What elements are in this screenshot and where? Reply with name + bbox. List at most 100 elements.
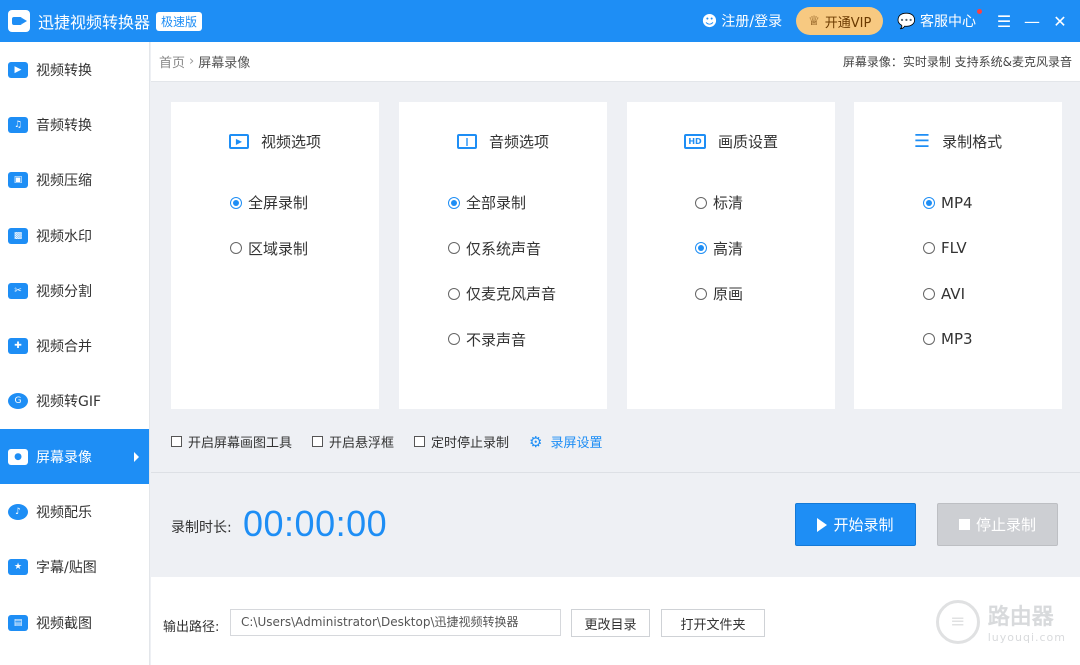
radio-mp3[interactable]: MP3 xyxy=(923,317,1062,363)
radio-flv[interactable]: FLV xyxy=(923,226,1062,272)
audio-options-panel: ‖ 音频选项 全部录制 仅系统声音 仅麦克风声音 不录声音 xyxy=(399,102,607,409)
record-options-row: 开启屏幕画图工具 开启悬浮框 定时停止录制 ⚙ 录屏设置 xyxy=(171,432,603,451)
record-settings-label: 录屏设置 xyxy=(550,436,603,451)
crown-icon: ♕ xyxy=(808,13,820,29)
output-path-field[interactable]: C:\Users\Administrator\Desktop\迅捷视频转换器 xyxy=(230,609,561,636)
gif-icon: G xyxy=(8,393,28,410)
layers-icon: ☰ xyxy=(913,130,931,152)
sidebar-item-subtitle[interactable]: ★ 字幕/贴图 xyxy=(0,540,149,595)
minimize-icon[interactable]: — xyxy=(1018,12,1046,31)
panel-header: ☰ 录制格式 xyxy=(854,102,1062,180)
panel-header: ▶ 视频选项 xyxy=(171,102,379,180)
radio-icon xyxy=(695,287,707,300)
vip-button[interactable]: ♕ 开通VIP xyxy=(796,7,884,35)
stop-recording-button[interactable]: 停止录制 xyxy=(937,503,1058,546)
change-directory-button[interactable]: 更改目录 xyxy=(571,609,650,637)
menu-icon[interactable]: ☰ xyxy=(990,12,1018,31)
video-options-panel: ▶ 视频选项 全屏录制 区域录制 xyxy=(171,102,379,409)
option-label: MP3 xyxy=(941,330,973,349)
radio-mp4[interactable]: MP4 xyxy=(923,180,1062,226)
sidebar-item-label: 视频截图 xyxy=(36,615,92,632)
option-label: 区域录制 xyxy=(248,239,309,258)
edition-badge: 极速版 xyxy=(156,11,203,31)
sidebar-item-video-music[interactable]: ♪ 视频配乐 xyxy=(0,484,149,539)
breadcrumb-current: 屏幕录像 xyxy=(198,56,251,71)
sidebar-item-video-watermark[interactable]: ▩ 视频水印 xyxy=(0,208,149,263)
video-split-icon: ✂ xyxy=(8,282,28,299)
watermark-title: 路由器 xyxy=(987,605,1054,630)
sidebar-item-label: 视频压缩 xyxy=(36,173,92,190)
title-bar: 迅捷视频转换器 极速版 ☻ 注册/登录 ♕ 开通VIP 💬 客服中心 ☰ — ✕ xyxy=(0,0,1080,42)
checkbox-label: 定时停止录制 xyxy=(431,436,510,451)
radio-avi[interactable]: AVI xyxy=(923,271,1062,317)
record-settings-link[interactable]: ⚙ 录屏设置 xyxy=(529,432,603,452)
radio-hd[interactable]: 高清 xyxy=(695,226,835,272)
radio-original[interactable]: 原画 xyxy=(695,271,835,317)
sidebar-item-label: 字幕/贴图 xyxy=(36,560,97,577)
option-label: 标清 xyxy=(713,194,744,213)
sidebar-item-video-compress[interactable]: ▣ 视频压缩 xyxy=(0,153,149,208)
option-label: 仅系统声音 xyxy=(466,239,542,258)
checkbox-float-box[interactable]: 开启悬浮框 xyxy=(312,432,394,451)
sidebar-item-audio-convert[interactable]: ♫ 音频转换 xyxy=(0,97,149,152)
sidebar-item-video-merge[interactable]: ✚ 视频合并 xyxy=(0,318,149,373)
option-label: FLV xyxy=(941,239,967,258)
radio-fullscreen[interactable]: 全屏录制 xyxy=(230,180,379,226)
radio-icon xyxy=(923,287,935,300)
radio-region[interactable]: 区域录制 xyxy=(230,226,379,272)
radio-record-all[interactable]: 全部录制 xyxy=(448,180,607,226)
sidebar-item-label: 视频转GIF xyxy=(36,394,102,411)
checkbox-icon xyxy=(414,436,426,447)
radio-mic-only[interactable]: 仅麦克风声音 xyxy=(448,271,607,317)
output-path-label: 输出路径: xyxy=(163,620,220,635)
checkbox-icon xyxy=(312,436,324,447)
breadcrumb-home-link[interactable]: 首页 xyxy=(159,52,185,71)
video-merge-icon: ✚ xyxy=(8,338,28,355)
sidebar-item-video-screenshot[interactable]: ▤ 视频截图 xyxy=(0,595,149,650)
title-actions: ☻ 注册/登录 ♕ 开通VIP 💬 客服中心 ☰ — ✕ xyxy=(702,0,1080,42)
option-label: MP4 xyxy=(941,193,973,212)
close-icon[interactable]: ✕ xyxy=(1046,12,1074,31)
start-recording-label: 开始录制 xyxy=(833,516,894,534)
sidebar-item-label: 屏幕录像 xyxy=(36,449,92,466)
radio-sd[interactable]: 标清 xyxy=(695,180,835,226)
video-watermark-icon: ▩ xyxy=(8,227,28,244)
sidebar-item-video-convert[interactable]: ▶ 视频转换 xyxy=(0,42,149,97)
checkbox-timed-stop[interactable]: 定时停止录制 xyxy=(414,432,509,451)
sidebar-item-video-to-gif[interactable]: G 视频转GIF xyxy=(0,374,149,429)
radio-icon xyxy=(448,242,460,255)
start-recording-button[interactable]: 开始录制 xyxy=(795,503,916,546)
sidebar-item-screen-record[interactable]: ● 屏幕录像 xyxy=(0,429,149,485)
breadcrumb-separator: › xyxy=(189,54,195,69)
record-format-panel: ☰ 录制格式 MP4 FLV AVI MP3 xyxy=(854,102,1062,409)
screen-record-icon: ● xyxy=(8,448,28,465)
user-icon: ☻ xyxy=(701,12,718,30)
login-button[interactable]: ☻ 注册/登录 xyxy=(702,11,782,31)
option-label: AVI xyxy=(941,284,965,303)
breadcrumb: 首页 › 屏幕录像 屏幕录像：实时录制 支持系统&麦克风录音 xyxy=(151,42,1080,82)
service-button[interactable]: 💬 客服中心 xyxy=(897,9,982,31)
panel-header: ‖ 音频选项 xyxy=(399,102,607,180)
feature-description: 屏幕录像：实时录制 支持系统&麦克风录音 xyxy=(842,55,1072,69)
checkbox-label: 开启悬浮框 xyxy=(329,436,395,451)
radio-icon xyxy=(230,242,242,255)
stop-recording-label: 停止录制 xyxy=(975,516,1036,534)
panel-title: 录制格式 xyxy=(942,132,1003,151)
radio-icon xyxy=(695,196,707,209)
option-label: 仅麦克风声音 xyxy=(466,285,557,304)
duration-timer: 00:00:00 xyxy=(243,503,388,544)
audio-option-list: 全部录制 仅系统声音 仅麦克风声音 不录声音 xyxy=(399,180,607,362)
option-label: 全屏录制 xyxy=(248,194,309,213)
panel-title: 画质设置 xyxy=(717,132,778,151)
sidebar-item-label: 视频转换 xyxy=(36,62,92,79)
sidebar-item-video-split[interactable]: ✂ 视频分割 xyxy=(0,263,149,318)
radio-no-audio[interactable]: 不录声音 xyxy=(448,317,607,363)
open-folder-button[interactable]: 打开文件夹 xyxy=(661,609,765,637)
watermark-url: luyouqi.com xyxy=(987,631,1066,644)
quality-option-list: 标清 高清 原画 xyxy=(627,180,835,317)
checkbox-icon xyxy=(171,436,182,447)
checkbox-draw-tool[interactable]: 开启屏幕画图工具 xyxy=(171,432,292,451)
option-label: 全部录制 xyxy=(466,194,527,213)
radio-system-only[interactable]: 仅系统声音 xyxy=(448,226,607,272)
output-bar: 输出路径: C:\Users\Administrator\Desktop\迅捷视… xyxy=(151,577,1080,665)
